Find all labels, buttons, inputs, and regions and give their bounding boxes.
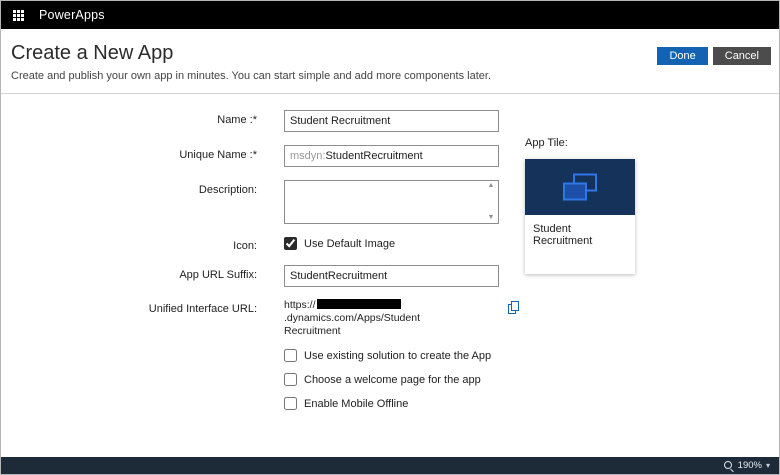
- unique-name-input[interactable]: msdyn:StudentRecruitment: [284, 145, 499, 167]
- unified-url-label: Unified Interface URL:: [1, 299, 257, 338]
- copy-url-icon[interactable]: [508, 301, 519, 314]
- app-tile-art: [525, 159, 635, 215]
- use-existing-solution-option[interactable]: Use existing solution to create the App: [284, 349, 779, 362]
- app-tile-title: Student Recruitment: [525, 215, 635, 274]
- name-input[interactable]: [284, 110, 499, 132]
- app-module-icon: [563, 174, 597, 201]
- url-redaction-box: [317, 299, 401, 309]
- use-default-image-label: Use Default Image: [304, 238, 395, 250]
- zoom-level: 190%: [738, 460, 762, 471]
- welcome-page-checkbox[interactable]: [284, 373, 297, 386]
- app-url-suffix-row: App URL Suffix:: [1, 265, 779, 287]
- scroll-down-icon[interactable]: ▼: [488, 214, 495, 222]
- waffle-icon: [13, 10, 24, 21]
- unique-name-value: StudentRecruitment: [325, 150, 422, 162]
- unified-url-row: Unified Interface URL: https://.dynamics…: [1, 299, 779, 338]
- unified-url-text: https://.dynamics.com/Apps/Student Recru…: [284, 299, 505, 338]
- mobile-offline-label: Enable Mobile Offline: [304, 398, 408, 410]
- name-row: Name :*: [1, 110, 779, 132]
- app-url-suffix-input[interactable]: [284, 265, 499, 287]
- option-checkboxes: Use existing solution to create the App …: [284, 349, 779, 410]
- page-subtitle: Create and publish your own app in minut…: [11, 70, 769, 82]
- app-tile-section: App Tile: Student Recruitment: [525, 137, 635, 274]
- unique-name-row: Unique Name :* msdyn:StudentRecruitment: [1, 145, 779, 167]
- url-scheme: https://: [284, 299, 316, 311]
- unique-name-prefix: msdyn:: [290, 150, 325, 162]
- description-row: Description: ▲ ▼: [1, 180, 779, 224]
- url-path-line2: Recruitment: [284, 325, 341, 337]
- description-textarea[interactable]: ▲ ▼: [284, 180, 499, 224]
- app-tile-label: App Tile:: [525, 137, 635, 149]
- icon-label: Icon:: [1, 236, 257, 252]
- unified-url-field: https://.dynamics.com/Apps/Student Recru…: [284, 299, 519, 338]
- scroll-up-icon[interactable]: ▲: [488, 182, 495, 190]
- status-bar: 190% ▾: [1, 457, 779, 474]
- zoom-control[interactable]: 190% ▾: [724, 460, 770, 471]
- app-launcher-button[interactable]: [1, 1, 35, 29]
- url-path-line1: .dynamics.com/Apps/Student: [284, 312, 420, 324]
- top-app-bar: PowerApps: [1, 1, 779, 29]
- zoom-magnifier-icon: [724, 461, 734, 471]
- welcome-page-option[interactable]: Choose a welcome page for the app: [284, 373, 779, 386]
- mobile-offline-checkbox[interactable]: [284, 397, 297, 410]
- use-existing-solution-label: Use existing solution to create the App: [304, 350, 491, 362]
- page-header: Create a New App Create and publish your…: [1, 29, 779, 94]
- use-existing-solution-checkbox[interactable]: [284, 349, 297, 362]
- icon-row: Icon: Use Default Image: [1, 236, 779, 252]
- app-url-suffix-label: App URL Suffix:: [1, 265, 257, 287]
- name-label: Name :*: [1, 110, 257, 132]
- cancel-button[interactable]: Cancel: [713, 47, 771, 65]
- done-button[interactable]: Done: [657, 47, 707, 65]
- description-scrollbar[interactable]: ▲ ▼: [485, 182, 497, 222]
- app-tile-preview: Student Recruitment: [525, 159, 635, 274]
- welcome-page-label: Choose a welcome page for the app: [304, 374, 481, 386]
- app-window: PowerApps Create a New App Create and pu…: [0, 0, 780, 475]
- page-title: Create a New App: [11, 42, 769, 65]
- create-app-form: Name :* Unique Name :* msdyn:StudentRecr…: [1, 94, 779, 410]
- header-buttons: Done Cancel: [657, 47, 771, 65]
- description-label: Description:: [1, 180, 257, 224]
- use-default-image-option[interactable]: Use Default Image: [284, 237, 499, 250]
- use-default-image-checkbox[interactable]: [284, 237, 297, 250]
- zoom-caret-icon: ▾: [766, 461, 770, 470]
- unique-name-label: Unique Name :*: [1, 145, 257, 167]
- app-name: PowerApps: [39, 8, 105, 22]
- mobile-offline-option[interactable]: Enable Mobile Offline: [284, 397, 779, 410]
